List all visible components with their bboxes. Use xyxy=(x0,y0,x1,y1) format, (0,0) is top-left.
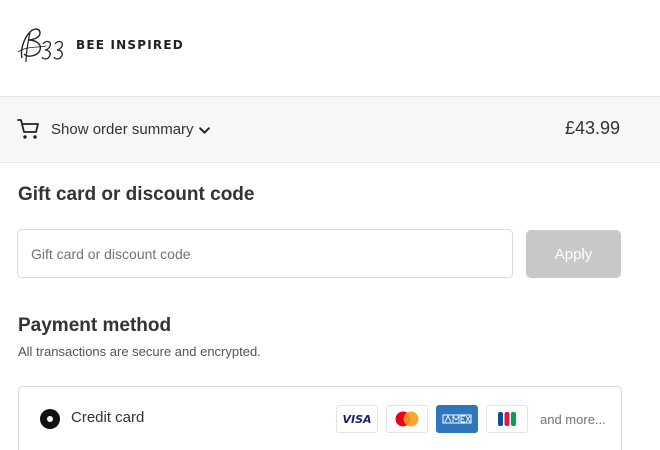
amex-icon xyxy=(436,405,478,433)
payment-title: Payment method xyxy=(18,315,172,336)
b33-logo-icon xyxy=(17,28,64,63)
more-cards-text: and more... xyxy=(540,411,606,427)
credit-card-radio[interactable] xyxy=(40,409,60,429)
credit-card-option[interactable]: Credit card VISA and more... xyxy=(18,386,622,450)
discount-code-input[interactable] xyxy=(17,229,513,278)
credit-card-label: Credit card xyxy=(71,409,145,426)
order-total: £43.99 xyxy=(564,118,620,138)
order-summary-toggle[interactable]: Show order summary xyxy=(17,117,211,141)
site-header: BEE INSPIRED xyxy=(0,0,660,96)
store-logo[interactable]: BEE INSPIRED xyxy=(16,22,184,68)
discount-title: Gift card or discount code xyxy=(18,184,255,205)
cart-icon xyxy=(17,119,39,139)
payment-subtitle: All transactions are secure and encrypte… xyxy=(18,344,261,359)
jcb-icon xyxy=(486,405,528,433)
order-summary-label: Show order summary xyxy=(51,120,194,138)
apply-button[interactable]: Apply xyxy=(526,230,621,278)
mastercard-icon xyxy=(386,405,428,433)
card-brand-icons: VISA and more... xyxy=(336,405,606,433)
order-summary-bar: Show order summary £43.99 xyxy=(0,96,660,163)
visa-icon: VISA xyxy=(336,405,378,433)
chevron-down-icon xyxy=(198,126,210,134)
brand-name: BEE INSPIRED xyxy=(76,38,184,52)
